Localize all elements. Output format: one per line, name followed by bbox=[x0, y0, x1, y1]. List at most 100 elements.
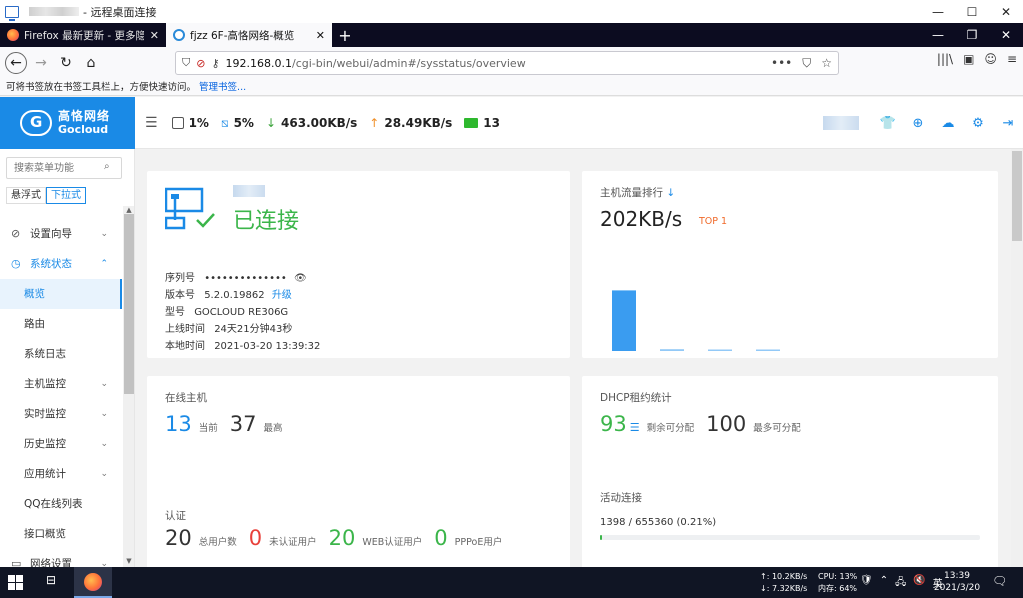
tray-system-load: CPU: 13% 内存: 64% bbox=[818, 571, 857, 595]
connections-progress-fill bbox=[600, 535, 603, 540]
browser-close-button[interactable]: ✕ bbox=[989, 23, 1023, 47]
cloud-upload-icon[interactable]: ☁ bbox=[933, 116, 963, 131]
sidebar-scrollbar[interactable]: ▲ ▼ bbox=[123, 206, 134, 567]
scroll-down-icon[interactable]: ▼ bbox=[123, 557, 134, 565]
dhcp-remaining: 93 bbox=[600, 412, 627, 436]
tab-gocloud-overview[interactable]: fjzz 6F-高恪网络-概览 ✕ bbox=[166, 23, 332, 47]
list-icon[interactable]: ☰ bbox=[630, 421, 640, 434]
tab-firefox-updates[interactable]: Firefox 最新更新 - 更多隐私... ✕ bbox=[0, 23, 166, 47]
menu-collapse-icon[interactable]: ☰ bbox=[145, 115, 158, 131]
web-auth-label: WEB认证用户 bbox=[362, 537, 423, 548]
app-menu-icon[interactable]: ≡ bbox=[1007, 52, 1017, 66]
sidebar-item-qq-online[interactable]: QQ在线列表 bbox=[0, 489, 122, 519]
memory-usage: 5% bbox=[233, 116, 254, 130]
account-icon[interactable]: ☺ bbox=[984, 52, 997, 66]
traffic-bar[interactable] bbox=[708, 349, 732, 352]
library-icon[interactable]: |||\ bbox=[937, 52, 953, 66]
network-icon[interactable]: 🖧 bbox=[895, 575, 906, 592]
sidebar-toggle-icon[interactable]: ▣ bbox=[963, 52, 974, 66]
rdp-close-button[interactable]: ✕ bbox=[989, 0, 1023, 23]
blurred-host-name bbox=[29, 7, 79, 16]
pppoe-label: PPPoE用户 bbox=[454, 537, 503, 548]
main-scrollbar[interactable] bbox=[1011, 149, 1023, 567]
security-shield-icon[interactable]: 🛡 bbox=[860, 575, 873, 592]
menu-mode-toggle: 悬浮式 下拉式 bbox=[6, 187, 86, 204]
rdp-minimize-button[interactable]: — bbox=[921, 0, 955, 23]
windows-start-icon[interactable] bbox=[8, 575, 23, 590]
gear-icon[interactable]: ⚙ bbox=[963, 116, 993, 131]
insecure-lock-icon[interactable]: ⊘ bbox=[196, 57, 205, 70]
scroll-up-icon[interactable]: ▲ bbox=[123, 206, 134, 214]
page-actions-icon[interactable]: ••• bbox=[771, 56, 792, 70]
bookmark-star-icon[interactable]: ☆ bbox=[821, 56, 832, 70]
host-traffic-bar-chart bbox=[612, 290, 780, 352]
logout-icon[interactable]: ⇥ bbox=[993, 116, 1023, 131]
speaker-muted-icon[interactable]: 🔇 bbox=[913, 575, 925, 592]
uptime-value: 24天21分钟43秒 bbox=[214, 324, 293, 335]
globe-icon[interactable]: ⊕ bbox=[903, 116, 933, 131]
download-rate: 463.00KB/s bbox=[281, 116, 358, 130]
firefox-icon bbox=[84, 572, 102, 591]
chevron-down-icon: ⌄ bbox=[100, 409, 108, 419]
sidebar-item-realtime-monitor[interactable]: 实时监控 ⌄ bbox=[0, 399, 122, 429]
browser-tab-strip: Firefox 最新更新 - 更多隐私... ✕ fjzz 6F-高恪网络-概览… bbox=[0, 23, 1023, 47]
url-text[interactable]: 192.168.0.1/cgi-bin/webui/admin#/sysstat… bbox=[226, 57, 526, 70]
rdp-maximize-button[interactable]: ☐ bbox=[955, 0, 989, 23]
close-tab-icon[interactable]: ✕ bbox=[316, 29, 325, 42]
online-host-count: 13 bbox=[483, 116, 500, 130]
eye-icon[interactable]: 👁 bbox=[294, 273, 307, 284]
sidebar-item-app-stats[interactable]: 应用统计 ⌄ bbox=[0, 459, 122, 489]
active-connections-value: 1398 / 655360 (0.21%) bbox=[600, 517, 717, 528]
sidebar-item-label: QQ在线列表 bbox=[24, 498, 83, 510]
sidebar-item-overview[interactable]: 概览 bbox=[0, 279, 122, 309]
sidebar-item-route[interactable]: 路由 bbox=[0, 309, 122, 339]
uptime-row: 上线时间 24天21分钟43秒 bbox=[165, 321, 320, 338]
forward-button[interactable]: → bbox=[30, 52, 52, 74]
new-tab-button[interactable]: + bbox=[332, 23, 358, 47]
task-view-icon[interactable]: ⊟ bbox=[46, 573, 56, 587]
main-scroll-thumb[interactable] bbox=[1012, 151, 1022, 241]
sidebar-scroll-thumb[interactable] bbox=[124, 214, 134, 394]
taskbar-clock[interactable]: 13:39 2021/3/20 bbox=[932, 570, 982, 594]
notification-icon[interactable]: 🗨 bbox=[992, 574, 1007, 588]
browser-restore-button[interactable]: ❐ bbox=[955, 23, 989, 47]
sidebar-item-label: 主机监控 bbox=[24, 378, 66, 390]
sidebar-item-history-monitor[interactable]: 历史监控 ⌄ bbox=[0, 429, 122, 459]
sidebar-item-system-status[interactable]: ◷ 系统状态 ⌃ bbox=[0, 249, 122, 279]
shield-icon[interactable]: ⛉ bbox=[182, 56, 190, 70]
taskbar-firefox-button[interactable] bbox=[74, 567, 112, 598]
tray-expand-icon[interactable]: ⌃ bbox=[880, 575, 888, 592]
traffic-bar[interactable] bbox=[660, 349, 684, 351]
manage-bookmarks-link[interactable]: 管理书签... bbox=[199, 82, 246, 93]
memory-icon: ⧅ bbox=[220, 115, 229, 130]
header-stats: ☰ 1% ⧅ 5% ↓ 463.00KB/s ↑ 28.49KB/s 13 bbox=[145, 97, 500, 149]
upgrade-link[interactable]: 升级 bbox=[272, 290, 292, 301]
traffic-bar[interactable] bbox=[756, 349, 780, 352]
sidebar-item-network-settings[interactable]: ▭ 网络设置 ⌄ bbox=[0, 549, 122, 567]
sidebar-item-system-log[interactable]: 系统日志 bbox=[0, 339, 122, 369]
monitor-icon: ▭ bbox=[11, 557, 22, 567]
cpu-usage: 1% bbox=[188, 116, 209, 130]
localtime-label: 本地时间 bbox=[165, 341, 205, 352]
url-bar[interactable]: ⛉ ⊘ ⚷ 192.168.0.1/cgi-bin/webui/admin#/s… bbox=[175, 51, 839, 75]
shirt-icon[interactable]: 👕 bbox=[873, 116, 903, 131]
search-icon[interactable]: ⌕ bbox=[104, 161, 110, 172]
mode-floating-button[interactable]: 悬浮式 bbox=[6, 187, 46, 204]
sidebar-item-interface-overview[interactable]: 接口概览 bbox=[0, 519, 122, 549]
home-button[interactable]: ⌂ bbox=[80, 52, 102, 74]
sort-down-icon[interactable]: ↓ bbox=[666, 187, 675, 199]
pocket-icon[interactable]: ⛉ bbox=[802, 56, 811, 71]
traffic-bar[interactable] bbox=[612, 290, 636, 351]
host-traffic-card: 主机流量排行 ↓ 202KB/s TOP 1 bbox=[582, 171, 998, 358]
reload-button[interactable]: ↻ bbox=[55, 52, 77, 74]
dhcp-max: 100 bbox=[706, 412, 747, 436]
key-icon[interactable]: ⚷ bbox=[211, 57, 219, 70]
sidebar-item-host-monitor[interactable]: 主机监控 ⌄ bbox=[0, 369, 122, 399]
sidebar-item-setup-wizard[interactable]: ⊘ 设置向导 ⌄ bbox=[0, 219, 122, 249]
gocloud-logo[interactable]: 高恪网络 Gocloud bbox=[0, 97, 135, 149]
browser-minimize-button[interactable]: — bbox=[921, 23, 955, 47]
version-label: 版本号 bbox=[165, 290, 195, 301]
mode-dropdown-button[interactable]: 下拉式 bbox=[46, 187, 86, 204]
close-tab-icon[interactable]: ✕ bbox=[150, 29, 159, 42]
back-button[interactable]: ← bbox=[5, 52, 27, 74]
